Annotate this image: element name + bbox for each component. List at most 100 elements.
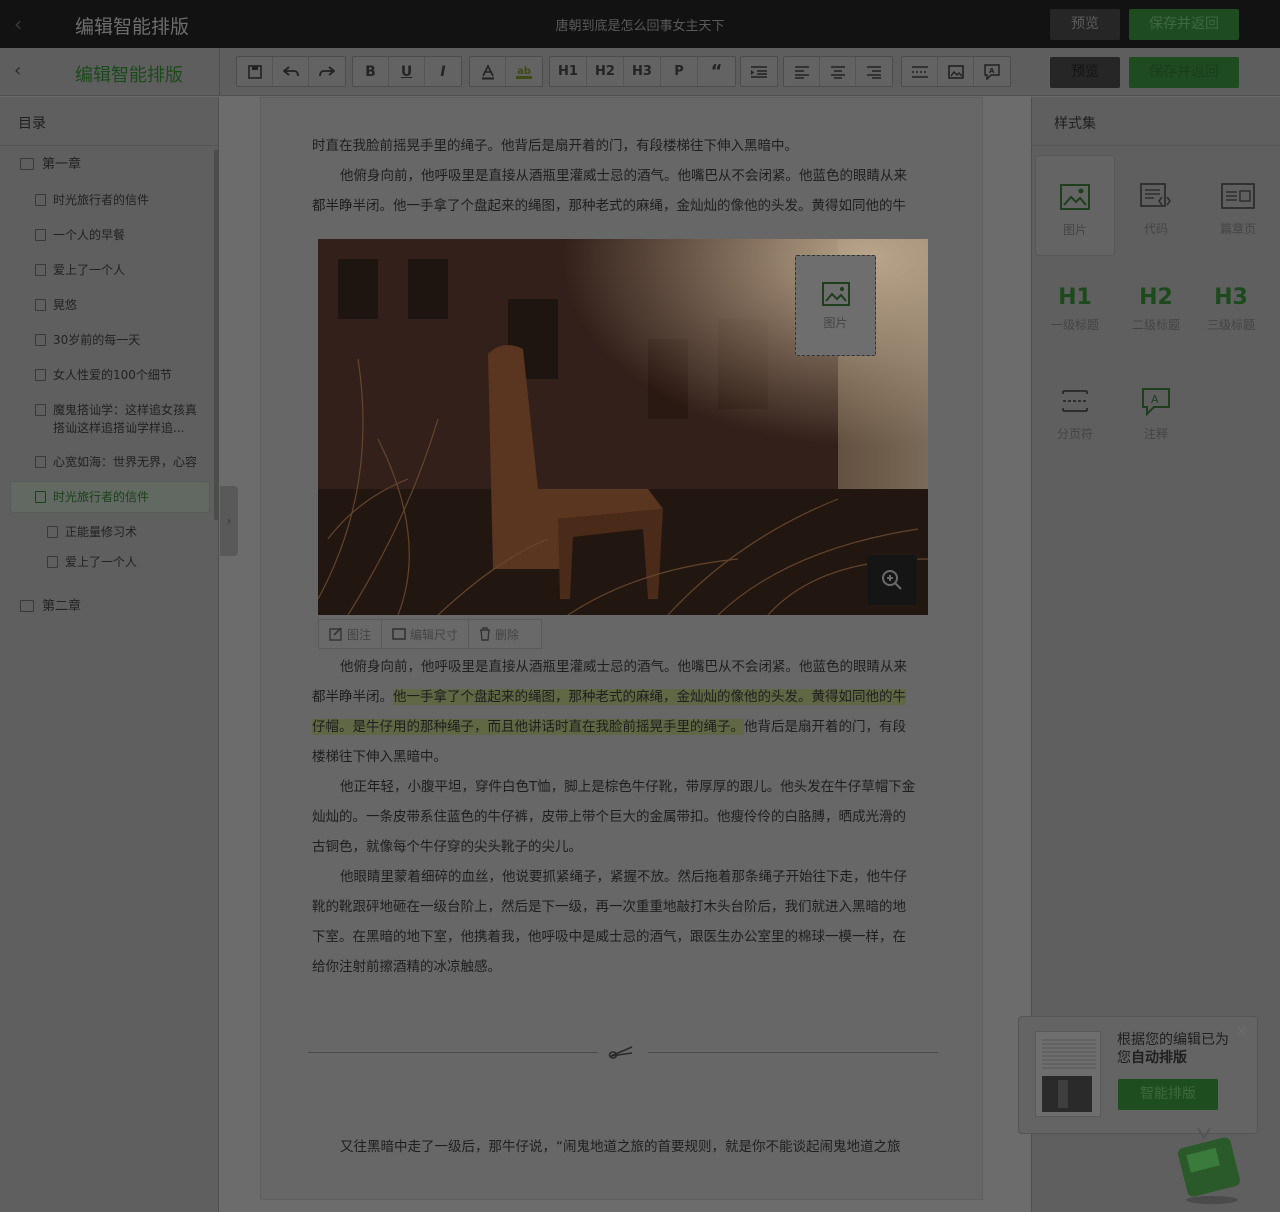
header-save-return-button[interactable]: 保存并返回 <box>1129 57 1239 88</box>
indent-icon[interactable] <box>741 57 777 86</box>
cover-page-icon <box>1221 183 1255 209</box>
paragraph[interactable]: 又往黑暗中走了一级后，那牛仔说，“闹鬼地道之旅的首要规则，就是你不能谈起闹鬼地道… <box>312 1132 937 1162</box>
toc-item-selected[interactable]: 时光旅行者的信件 <box>10 481 210 513</box>
header-preview-button[interactable]: 预览 <box>1050 57 1120 88</box>
align-left-icon[interactable] <box>784 57 820 86</box>
paragraph-highlighted[interactable]: 仔帽。是牛仔用的那种绳子，而且他讲话时直在我脸前摇晃手里的绳子。他背后是扇开着的… <box>312 712 937 742</box>
svg-text:A: A <box>989 67 995 75</box>
paragraph[interactable]: 他正年轻，小腹平坦，穿件白色T恤，脚上是棕色牛仔靴，带厚厚的跟儿。他头发在牛仔草… <box>312 772 937 802</box>
toc-item[interactable]: 时光旅行者的信件 <box>0 191 215 209</box>
image-icon <box>821 282 850 306</box>
paragraph[interactable]: 时直在我脸前摇晃手里的绳子。他背后是扇开着的门，有段楼梯往下伸入黑暗中。 <box>312 131 937 161</box>
history-toolbar-group <box>236 56 346 87</box>
paragraph[interactable]: 他俯身向前，他呼吸里是直接从酒瓶里灌威士忌的酒气。他嘴巴从不会闭紧。他蓝色的眼睛… <box>312 161 937 191</box>
caption-button[interactable]: 图注 <box>319 620 383 648</box>
svg-text:ab: ab <box>517 66 531 77</box>
toc-item[interactable]: 30岁前的每一天 <box>0 331 215 349</box>
page-icon <box>47 556 58 568</box>
style-h2[interactable]: H2 二级标题 <box>1116 285 1196 385</box>
align-right-icon[interactable] <box>856 57 892 86</box>
h1-button[interactable]: H1 <box>550 57 587 86</box>
style-code[interactable]: 代码 <box>1116 155 1196 255</box>
toc-item[interactable]: 心宽如海：世界无界，心容 <box>0 453 215 471</box>
chapter-icon <box>20 158 34 170</box>
style-image[interactable]: 图片 <box>1035 155 1115 256</box>
page-break-icon <box>1062 390 1088 412</box>
align-toolbar-group <box>783 56 893 87</box>
h2-button[interactable]: H2 <box>587 57 624 86</box>
paragraph[interactable]: 古铜色，就像每个牛仔穿的尖头靴子的尖儿。 <box>312 832 937 862</box>
note-icon: A <box>1142 388 1170 417</box>
style-cover-page[interactable]: 篇章页 <box>1198 155 1278 255</box>
toc-item[interactable]: 一个人的早餐 <box>0 226 215 244</box>
paragraph[interactable]: 他眼睛里蒙着细碎的血丝，他说要抓紧绳子，紧握不放。然后拖着那条绳子开始往下走，他… <box>312 862 937 892</box>
redo-icon[interactable] <box>309 57 345 86</box>
quote-button[interactable]: “ <box>698 57 735 86</box>
style-note[interactable]: A 注释 <box>1116 388 1196 488</box>
placeholder-label: 图片 <box>823 316 848 330</box>
page-icon <box>35 404 46 416</box>
image-actions-bar: 图注 编辑尺寸 删除 <box>318 619 542 649</box>
bold-button[interactable]: B <box>353 57 389 86</box>
highlighted-text: 他一手拿了个盘起来的绳图，那种老式的麻绳，金灿灿的像他的头发。黄得如同他的牛 <box>393 689 906 705</box>
layout-thumbnail <box>1035 1031 1101 1117</box>
trash-icon <box>480 627 491 641</box>
toc-chapter[interactable]: 第二章 <box>0 598 215 616</box>
preview-button[interactable]: 预览 <box>1050 9 1120 40</box>
paragraph[interactable]: 靴的靴跟砰地砸在一级台阶上，然后是下一级，再一次重重地敲打木头台阶后，我们就进入… <box>312 892 937 922</box>
page-break-icon[interactable] <box>902 57 938 86</box>
font-color-icon[interactable] <box>470 57 506 86</box>
page-icon <box>35 491 46 503</box>
collapse-sidebar-handle[interactable]: › <box>220 486 238 556</box>
paragraph-button[interactable]: P <box>661 57 698 86</box>
page-icon <box>35 334 46 346</box>
toc-item[interactable]: 爱上了一个人 <box>0 261 215 279</box>
delete-button[interactable]: 删除 <box>469 620 529 648</box>
page-break-line <box>648 1052 938 1053</box>
resize-icon <box>392 628 406 640</box>
styles-heading: 样式集 <box>1054 116 1096 132</box>
close-icon[interactable]: × <box>1235 1021 1248 1040</box>
zoom-in-icon[interactable] <box>867 555 917 605</box>
robot-mascot-icon[interactable] <box>1168 1128 1248 1208</box>
toc-chapter[interactable]: 第一章 <box>0 156 215 174</box>
highlight-icon[interactable]: ab <box>506 57 542 86</box>
scissors-icon[interactable] <box>608 1044 636 1060</box>
back-icon[interactable]: ‹ <box>14 60 21 81</box>
paragraph-highlighted[interactable]: 都半睁半闭。他一手拿了个盘起来的绳图，那种老式的麻绳，金灿灿的像他的头发。黄得如… <box>312 682 937 712</box>
save-icon[interactable] <box>237 57 273 86</box>
undo-icon[interactable] <box>273 57 309 86</box>
underline-button[interactable]: U <box>389 57 425 86</box>
style-page-break[interactable]: 分页符 <box>1035 388 1115 488</box>
paragraph[interactable]: 下室。在黑暗的地下室，他携着我，他呼吸中是威士忌的酒气，跟医生办公室里的棉球一模… <box>312 922 937 952</box>
page-icon <box>35 456 46 468</box>
style-h1[interactable]: H1 一级标题 <box>1035 285 1115 385</box>
insert-note-icon[interactable]: A <box>974 57 1010 86</box>
save-return-button[interactable]: 保存并返回 <box>1129 9 1239 40</box>
toc-item[interactable]: 女人性爱的100个细节 <box>0 366 215 384</box>
paragraph[interactable]: 灿灿的。一条皮带系住蓝色的牛仔裤，皮带上带个巨大的金属带扣。他瘦伶伶的白胳膊，晒… <box>312 802 937 832</box>
align-center-icon[interactable] <box>820 57 856 86</box>
paragraph[interactable]: 楼梯往下伸入黑暗中。 <box>312 742 937 772</box>
toc-item[interactable]: 魔鬼搭讪学：这样追女孩真搭讪这样追搭讪学样追... <box>0 401 215 437</box>
toc-item[interactable]: 晃悠 <box>0 296 215 314</box>
paragraph[interactable]: 都半睁半闭。他一手拿了个盘起来的绳图，那种老式的麻绳，金灿灿的像他的头发。黄得如… <box>312 191 937 221</box>
h3-button[interactable]: H3 <box>624 57 661 86</box>
italic-button[interactable]: I <box>425 57 461 86</box>
style-h3[interactable]: H3 三级标题 <box>1191 285 1271 385</box>
toc-subitem[interactable]: 爱上了一个人 <box>0 553 215 571</box>
page-icon <box>35 369 46 381</box>
heading-toolbar-group: H1 H2 H3 P “ <box>549 56 736 87</box>
page-icon <box>47 526 58 538</box>
insert-toolbar-group: A <box>901 56 1011 87</box>
paragraph[interactable]: 给你注射前擦酒精的冰凉触感。 <box>312 952 937 982</box>
toc-subitem[interactable]: 正能量修习术 <box>0 523 215 541</box>
resize-button[interactable]: 编辑尺寸 <box>382 620 470 648</box>
smart-layout-button[interactable]: 智能排版 <box>1118 1079 1218 1110</box>
page-icon <box>35 229 46 241</box>
chapter-icon <box>20 600 34 612</box>
insert-image-icon[interactable] <box>938 57 974 86</box>
paragraph[interactable]: 他俯身向前，他呼吸里是直接从酒瓶里灌威士忌的酒气。他嘴巴从不会闭紧。他蓝色的眼睛… <box>312 652 937 682</box>
image-drop-placeholder[interactable]: 图片 <box>795 255 876 356</box>
auto-layout-popup: 根据您的编辑已为您自动排版 智能排版 × <box>1018 1016 1258 1134</box>
